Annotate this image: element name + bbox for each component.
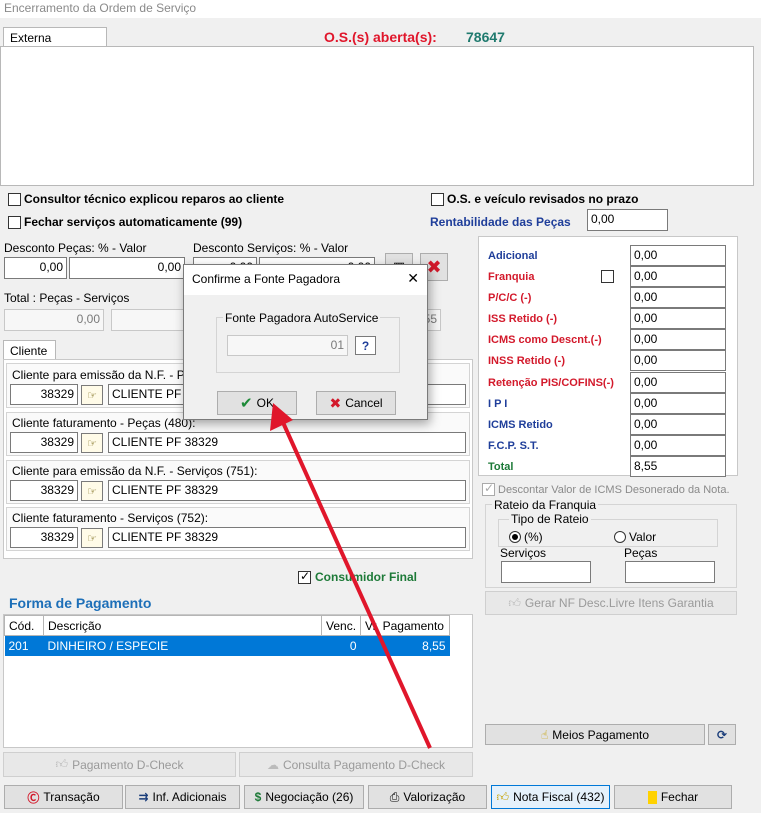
annotation-arrow [270, 403, 432, 749]
arrow-shaft [279, 417, 432, 749]
arrow-head [270, 403, 293, 431]
